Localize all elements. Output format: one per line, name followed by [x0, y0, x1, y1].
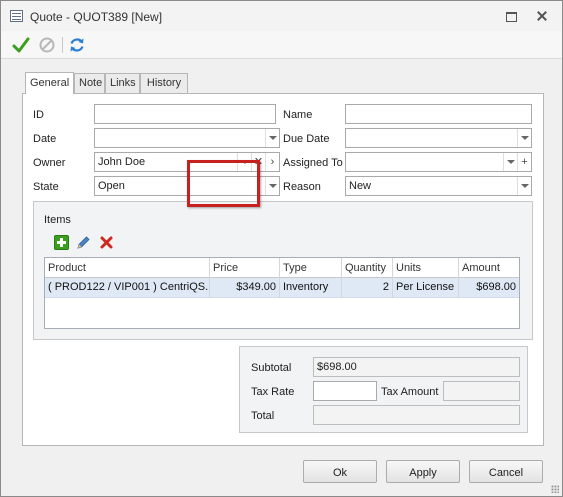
- table-row[interactable]: ( PROD122 / VIP001 ) CentriQS... $349.00…: [45, 278, 519, 298]
- total-field: [313, 405, 520, 425]
- title-bar[interactable]: Quote - QUOT389 [New]: [1, 1, 562, 31]
- totals-group: Subtotal $698.00 Tax Rate Tax Amount Tot…: [239, 346, 528, 433]
- restore-icon[interactable]: [504, 9, 518, 23]
- cell-amount: $698.00: [476, 281, 516, 293]
- total-label: Total: [251, 410, 275, 422]
- refresh-icon[interactable]: [68, 36, 86, 54]
- tax-amount-field: [443, 381, 520, 401]
- tab-history[interactable]: History: [140, 73, 188, 94]
- chevron-down-icon[interactable]: [237, 153, 251, 171]
- name-label: Name: [283, 109, 313, 121]
- state-label: State: [33, 181, 59, 193]
- chevron-down-icon[interactable]: [517, 129, 531, 147]
- column-header-price[interactable]: Price: [210, 258, 280, 278]
- owner-label: Owner: [33, 157, 66, 169]
- cell-product: ( PROD122 / VIP001 ) CentriQS...: [45, 278, 210, 298]
- pencil-icon[interactable]: [76, 235, 91, 250]
- chevron-down-icon[interactable]: [265, 129, 279, 147]
- column-header-quantity[interactable]: Quantity: [342, 258, 393, 278]
- chevron-right-icon[interactable]: ›: [265, 153, 279, 171]
- apply-button[interactable]: Apply: [386, 460, 460, 483]
- date-field[interactable]: [94, 128, 280, 148]
- state-field[interactable]: Open: [94, 176, 280, 196]
- delete-x-icon[interactable]: [99, 235, 114, 250]
- ok-button[interactable]: Ok: [303, 460, 377, 483]
- items-group: Items Product Price Type Quantity Units …: [33, 201, 533, 340]
- window-title: Quote - QUOT389 [New]: [30, 10, 163, 24]
- subtotal-field: $698.00: [313, 357, 520, 377]
- due-date-field[interactable]: [345, 128, 532, 148]
- cell-price: $349.00: [210, 278, 280, 298]
- tax-rate-label: Tax Rate: [251, 386, 295, 398]
- column-header-amount[interactable]: Amount: [459, 258, 519, 278]
- owner-field[interactable]: John Doe ✕ ›: [94, 152, 280, 172]
- cell-units: Per License: [393, 278, 459, 298]
- due-date-label: Due Date: [283, 133, 330, 145]
- close-icon[interactable]: [535, 9, 549, 23]
- reason-value: New: [349, 180, 372, 192]
- add-icon[interactable]: [54, 235, 69, 250]
- tab-links[interactable]: Links: [105, 73, 140, 94]
- column-header-type[interactable]: Type: [280, 258, 342, 278]
- column-header-units[interactable]: Units: [393, 258, 459, 278]
- chevron-down-icon[interactable]: [265, 177, 279, 195]
- cancel-button[interactable]: Cancel: [469, 460, 543, 483]
- name-field[interactable]: [345, 104, 532, 124]
- tax-rate-field[interactable]: [313, 381, 377, 401]
- toolbar-separator: [62, 37, 63, 53]
- items-title: Items: [44, 214, 71, 226]
- assigned-to-label: Assigned To: [283, 157, 343, 169]
- id-label: ID: [33, 109, 44, 121]
- cell-type: Inventory: [280, 278, 342, 298]
- resize-grip-icon[interactable]: [551, 485, 559, 493]
- clear-icon[interactable]: ✕: [251, 153, 265, 171]
- state-value: Open: [98, 180, 125, 192]
- column-header-product[interactable]: Product: [45, 258, 210, 278]
- chevron-down-icon[interactable]: [517, 177, 531, 195]
- toolbar: [1, 31, 562, 59]
- tab-note[interactable]: Note: [74, 73, 105, 94]
- date-label: Date: [33, 133, 57, 145]
- id-field[interactable]: [94, 104, 276, 124]
- document-icon: [10, 10, 23, 22]
- plus-icon[interactable]: +: [517, 153, 531, 171]
- reason-label: Reason: [283, 181, 321, 193]
- tab-general[interactable]: General: [25, 72, 74, 94]
- items-grid[interactable]: Product Price Type Quantity Units Amount…: [44, 257, 520, 329]
- owner-value: John Doe: [98, 156, 146, 168]
- subtotal-label: Subtotal: [251, 362, 292, 374]
- quote-window: Quote - QUOT389 [New] General Note Links…: [0, 0, 563, 497]
- cell-quantity: 2: [342, 278, 393, 298]
- cancel-circle-icon[interactable]: [38, 36, 56, 54]
- tax-amount-label: Tax Amount: [381, 386, 439, 398]
- general-panel: ID Name Date Due Date Owner John Doe ✕ ›…: [22, 93, 544, 446]
- chevron-down-icon[interactable]: [503, 153, 517, 171]
- grid-header: Product Price Type Quantity Units Amount: [45, 258, 519, 278]
- checkmark-icon[interactable]: [12, 36, 30, 54]
- assigned-to-field[interactable]: +: [345, 152, 532, 172]
- reason-field[interactable]: New: [345, 176, 532, 196]
